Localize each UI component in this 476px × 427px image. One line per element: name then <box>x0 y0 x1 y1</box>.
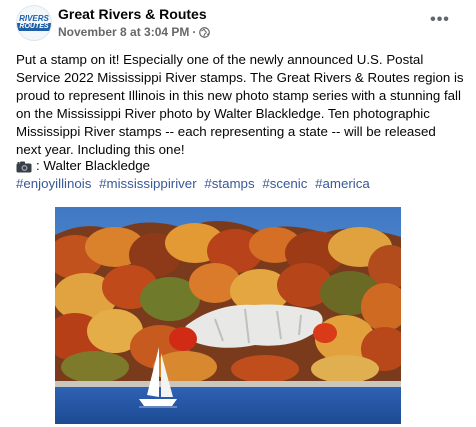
page-name-link[interactable]: Great Rivers & Routes <box>58 6 207 22</box>
river-bluff-photo-illustration <box>55 207 401 424</box>
globe-icon[interactable] <box>199 26 211 38</box>
hashtag-list: #enjoyillinois #mississippiriver #stamps… <box>16 175 374 193</box>
camera-icon <box>16 160 32 173</box>
hashtag-stamps[interactable]: #stamps <box>204 176 254 191</box>
photo-credit: : Walter Blackledge <box>16 157 150 175</box>
post-body-text: Put a stamp on it! Especially one of the… <box>16 52 464 157</box>
photo-credit-text: : Walter Blackledge <box>36 158 151 173</box>
avatar-logo-text-1: RIVERS <box>19 14 49 23</box>
meta-separator: · <box>192 25 197 39</box>
facebook-post: RIVERS ROUTES Great Rivers & Routes Nove… <box>0 0 476 427</box>
hashtag-scenic[interactable]: #scenic <box>262 176 307 191</box>
hashtag-america[interactable]: #america <box>315 176 370 191</box>
post-meta: November 8 at 3:04 PM · <box>58 25 211 39</box>
hashtag-enjoyillinois[interactable]: #enjoyillinois <box>16 176 91 191</box>
hashtag-mississippiriver[interactable]: #mississippiriver <box>99 176 197 191</box>
page-avatar[interactable]: RIVERS ROUTES <box>16 5 52 41</box>
post-photo[interactable] <box>55 207 401 424</box>
post-timestamp[interactable]: November 8 at 3:04 PM <box>58 25 189 39</box>
avatar-logo-text-2: ROUTES <box>17 23 51 31</box>
more-options-button[interactable]: ••• <box>424 8 456 32</box>
